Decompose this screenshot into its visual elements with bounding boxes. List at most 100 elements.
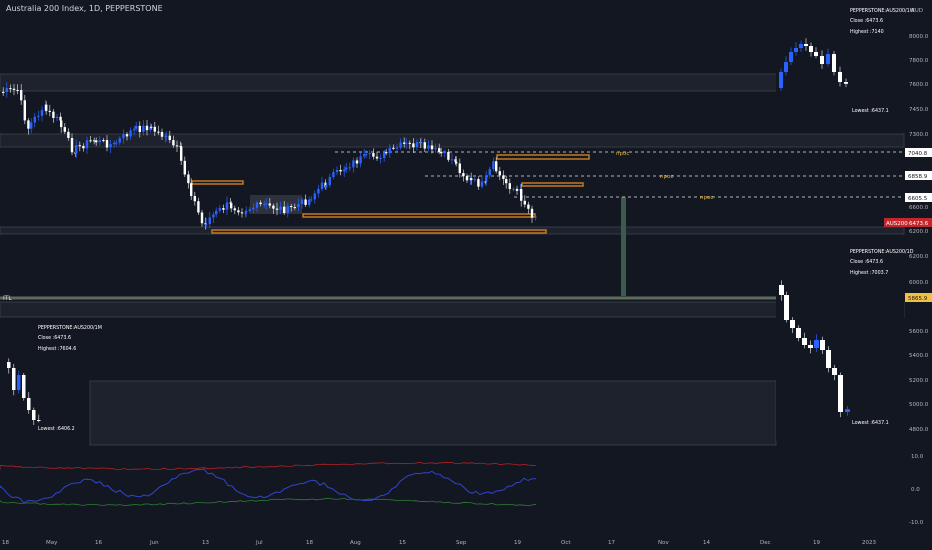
candle — [129, 130, 132, 137]
candle — [408, 142, 411, 144]
candle — [512, 188, 515, 190]
candle — [313, 193, 316, 200]
candle — [814, 340, 819, 348]
candle — [9, 88, 12, 90]
candle — [790, 320, 795, 328]
time-label-15: 15 — [399, 540, 406, 546]
candle — [138, 125, 141, 132]
candle — [473, 179, 476, 181]
candle — [838, 375, 843, 412]
candle — [32, 410, 36, 420]
candle — [412, 143, 415, 148]
candle — [197, 201, 200, 213]
inset-daily-close: Close :6473.6 — [850, 259, 883, 265]
candle — [279, 206, 282, 210]
axis-tick-7450: 7450.0 — [909, 107, 929, 113]
candle — [240, 212, 244, 214]
candle — [252, 207, 255, 210]
candle — [355, 160, 359, 164]
candle — [237, 210, 240, 213]
candle — [809, 46, 813, 52]
candle — [477, 179, 480, 187]
candle — [447, 151, 450, 160]
candle — [450, 159, 454, 161]
candle — [388, 147, 391, 154]
candle — [492, 161, 495, 170]
candle — [779, 72, 783, 88]
candle — [779, 285, 784, 295]
candle — [804, 44, 808, 46]
candle — [485, 175, 488, 182]
inset-monthly-close: Close :6473.6 — [38, 335, 71, 341]
candle — [534, 216, 537, 218]
candle — [423, 142, 426, 149]
candle — [85, 140, 89, 149]
time-label-nov: Nov — [658, 540, 669, 546]
band-top — [0, 73, 779, 92]
candle — [808, 345, 813, 348]
time-label-may: May — [46, 540, 58, 546]
candle — [293, 207, 296, 209]
candle — [343, 169, 346, 172]
candle — [470, 178, 473, 181]
candle — [297, 204, 300, 208]
candle — [527, 204, 530, 209]
candle — [345, 167, 348, 170]
axis-tick-5200: 5200.0 — [909, 378, 929, 384]
candle — [205, 224, 208, 226]
candle — [290, 206, 293, 208]
candle — [168, 135, 171, 140]
candle — [310, 199, 313, 201]
candle — [248, 209, 251, 212]
candle — [814, 52, 818, 56]
candle — [175, 145, 179, 147]
price-label-7040: 7040.8 — [908, 151, 928, 157]
candle — [395, 147, 399, 149]
candle — [75, 145, 78, 154]
candle — [802, 338, 807, 345]
candle — [438, 148, 441, 152]
candle — [488, 169, 491, 176]
candle — [52, 111, 55, 119]
axis-tick-7600: 7600.0 — [909, 82, 929, 88]
candle — [359, 156, 362, 164]
price-label-6605: 6605.5 — [908, 196, 928, 202]
candle — [153, 126, 156, 132]
chart-title: Australia 200 Index, 1D, PEPPERSTONE — [6, 4, 163, 13]
candle — [187, 174, 190, 184]
currency-label: AUD — [911, 8, 923, 14]
candle — [530, 208, 534, 218]
candle — [427, 145, 430, 149]
axis-tick-5400: 5400.0 — [909, 353, 929, 359]
candle — [245, 211, 248, 213]
time-label-dec: Dec — [760, 540, 771, 546]
candle — [365, 154, 368, 156]
candle — [508, 183, 511, 190]
npoc-label-2: npoc — [660, 174, 673, 180]
time-label-jul: Jul — [255, 540, 263, 546]
candle — [70, 138, 74, 153]
candle — [325, 185, 328, 188]
candle — [82, 145, 85, 149]
candle — [40, 110, 44, 116]
chart-canvas[interactable]: npoc npoc npoc ITL PEPPERSTONE:AUS200/1W… — [0, 0, 932, 550]
inset-monthly-lowest: Lowest :6406.2 — [38, 426, 75, 432]
candle — [375, 156, 379, 159]
candle — [368, 153, 371, 155]
candle — [784, 295, 789, 320]
candle — [480, 181, 484, 187]
band-middle — [0, 133, 905, 148]
candle — [430, 145, 434, 150]
inset-daily-lowest: Lowest :6437.1 — [852, 420, 889, 426]
candle — [335, 169, 339, 173]
candle — [190, 183, 193, 196]
candle — [200, 212, 204, 224]
rsi-tick-0: 0.0 — [911, 487, 920, 493]
candle — [832, 368, 837, 375]
symbol-tag-price: 6473.6 — [909, 221, 929, 227]
time-label-18a: 18 — [2, 540, 9, 546]
candle — [272, 205, 275, 209]
axis-tick-6200: 6200.0 — [909, 254, 929, 260]
candle — [22, 375, 26, 398]
candle — [145, 125, 149, 131]
